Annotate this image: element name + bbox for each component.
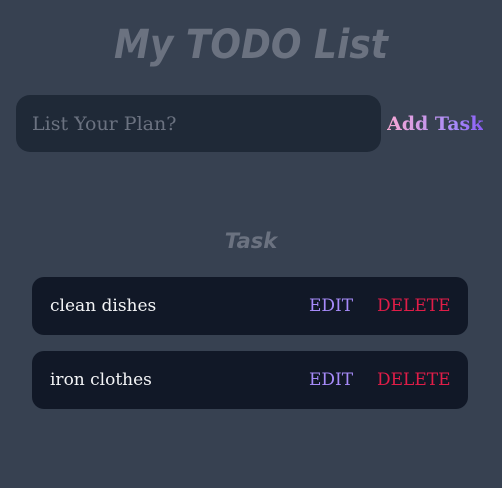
- add-task-button[interactable]: Add Task: [387, 108, 483, 140]
- page-title: My TODO List: [114, 22, 388, 68]
- task-input-container: [16, 95, 381, 152]
- task-item: clean dishes EDIT DELETE: [32, 277, 468, 335]
- task-input[interactable]: [16, 95, 381, 152]
- task-item: iron clothes EDIT DELETE: [32, 351, 468, 409]
- task-section-title: Task: [224, 229, 278, 253]
- task-text: clean dishes: [50, 296, 157, 316]
- delete-button[interactable]: DELETE: [377, 351, 451, 409]
- edit-button[interactable]: EDIT: [309, 351, 353, 409]
- task-text: iron clothes: [50, 370, 152, 390]
- edit-button[interactable]: EDIT: [309, 277, 353, 335]
- delete-button[interactable]: DELETE: [377, 277, 451, 335]
